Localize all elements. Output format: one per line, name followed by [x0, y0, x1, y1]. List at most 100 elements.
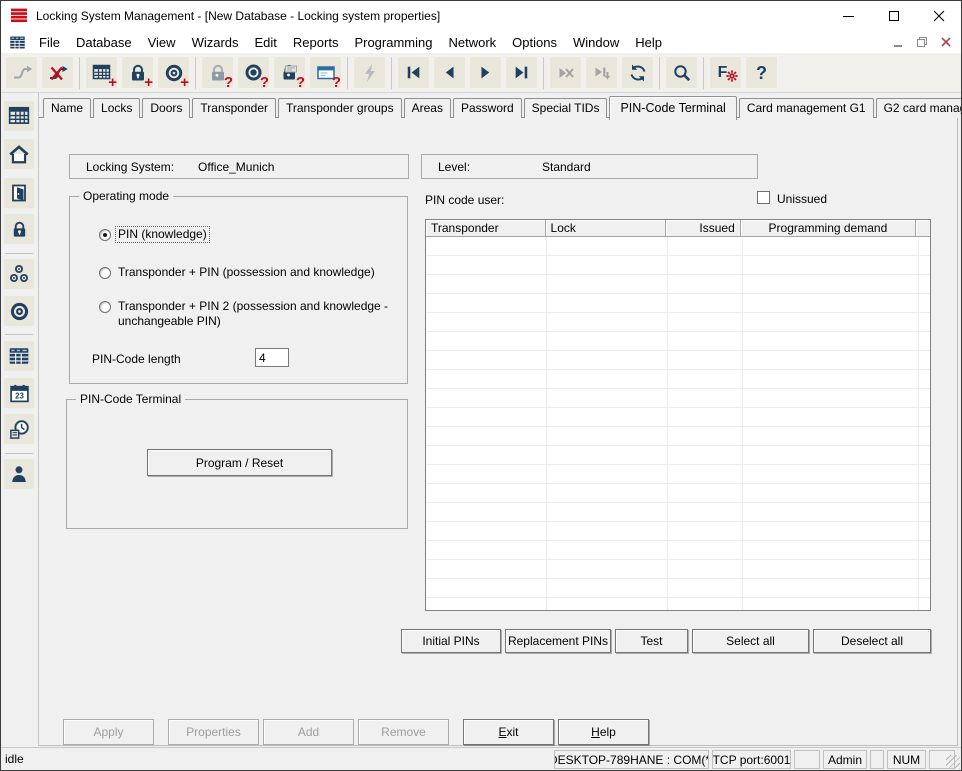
select-all-button[interactable]: Select all	[692, 629, 809, 653]
column-divider	[742, 237, 743, 610]
initial-pins-button[interactable]: Initial PINs	[401, 629, 501, 653]
menu-database[interactable]: Database	[68, 33, 140, 52]
remove-label: Remove	[381, 725, 426, 739]
sidebar-door-button[interactable]	[4, 178, 34, 208]
unissued-checkbox[interactable]	[757, 191, 770, 204]
tab-locks[interactable]: Locks	[93, 98, 140, 118]
minimize-button[interactable]	[826, 1, 871, 31]
column-header-lock[interactable]: Lock	[546, 220, 667, 236]
read-transponder-button[interactable]: ?	[237, 56, 270, 89]
close-icon	[933, 10, 945, 22]
sidebar-matrix-view-button[interactable]	[4, 341, 34, 371]
search-button[interactable]	[665, 56, 698, 89]
read-network-device-button[interactable]: ?	[309, 56, 342, 89]
menu-network[interactable]: Network	[440, 33, 504, 52]
unissued-label[interactable]: Unissued	[777, 192, 827, 206]
program-button[interactable]	[353, 56, 386, 89]
minimize-icon	[843, 16, 854, 17]
transponder-icon	[9, 301, 30, 322]
tab-password[interactable]: Password	[453, 98, 522, 118]
disconnect-button[interactable]	[41, 56, 74, 89]
skip-record-button[interactable]	[549, 56, 582, 89]
toolbar-separator	[347, 57, 348, 89]
menu-file[interactable]: File	[31, 33, 68, 52]
sidebar-building-button[interactable]	[4, 139, 34, 169]
menu-window[interactable]: Window	[565, 33, 627, 52]
radio-transponder-pin[interactable]	[99, 267, 111, 279]
last-record-icon	[513, 64, 530, 81]
help-footer-button[interactable]: Help	[558, 719, 649, 745]
radio-transponder-pin2[interactable]	[99, 301, 111, 313]
deselect-all-button[interactable]: Deselect all	[813, 629, 931, 653]
menu-wizards[interactable]: Wizards	[184, 33, 247, 52]
test-button[interactable]: Test	[615, 629, 688, 653]
sidebar-transponder-button[interactable]	[4, 296, 34, 326]
add-button[interactable]: Add	[263, 719, 354, 745]
tab-name[interactable]: Name	[43, 98, 91, 118]
new-lock-button[interactable]: +	[121, 56, 154, 89]
menu-edit[interactable]: Edit	[247, 33, 285, 52]
read-lock-g1-button[interactable]: ?	[273, 56, 306, 89]
menu-options[interactable]: Options	[504, 33, 565, 52]
column-header-programming-demand[interactable]: Programming demand	[741, 220, 916, 236]
last-record-button[interactable]	[505, 56, 538, 89]
sidebar-lock-button[interactable]	[4, 214, 34, 244]
next-record-button[interactable]	[469, 56, 502, 89]
accept-record-button[interactable]	[585, 56, 618, 89]
mdi-minimize-button[interactable]	[889, 33, 907, 50]
column-header-spacer	[916, 220, 930, 236]
radio-transponder-pin2-label[interactable]: Transponder + PIN 2 (possession and know…	[118, 299, 396, 329]
sidebar-calendar-button[interactable]: 23	[4, 378, 34, 408]
pin-code-terminal-title: PIN-Code Terminal	[76, 392, 185, 406]
mdi-close-button[interactable]	[937, 33, 955, 50]
tab-card-management-g1[interactable]: Card management G1	[739, 98, 874, 118]
menu-help[interactable]: Help	[627, 33, 670, 52]
sidebar-time-budget-button[interactable]	[4, 414, 34, 444]
column-header-issued[interactable]: Issued	[666, 220, 741, 236]
tab-special-tids[interactable]: Special TIDs	[524, 98, 608, 118]
menu-view[interactable]: View	[140, 33, 184, 52]
maximize-button[interactable]	[871, 1, 916, 31]
exit-button[interactable]: Exit	[463, 719, 554, 745]
initial-pins-label: Initial PINs	[422, 634, 479, 648]
pin-code-user-table: Transponder Lock Issued Programming dema…	[425, 219, 931, 611]
properties-button[interactable]: Properties	[168, 719, 259, 745]
radio-pin-knowledge-label[interactable]: PIN (knowledge)	[116, 227, 209, 242]
menu-programming[interactable]: Programming	[346, 33, 440, 52]
replacement-pins-button[interactable]: Replacement PINs	[505, 629, 611, 653]
transponder-group-icon	[8, 263, 30, 285]
tab-doors[interactable]: Doors	[142, 98, 190, 118]
tab-transponder[interactable]: Transponder	[192, 98, 276, 118]
sidebar-matrix-button[interactable]	[4, 101, 34, 131]
status-bar: idle DESKTOP-789HANE : COM(*) TCP port:6…	[1, 747, 961, 770]
connect-button[interactable]	[5, 56, 38, 89]
new-locking-system-button[interactable]: +	[85, 56, 118, 89]
first-record-button[interactable]	[397, 56, 430, 89]
add-badge-icon: +	[108, 75, 117, 90]
tab-areas[interactable]: Areas	[404, 98, 451, 118]
mdi-restore-button[interactable]	[913, 33, 931, 50]
radio-pin-knowledge[interactable]	[99, 229, 111, 241]
tab-pin-code-terminal[interactable]: PIN-Code Terminal	[609, 96, 736, 120]
refresh-button[interactable]	[621, 56, 654, 89]
sidebar-transponder-group-button[interactable]	[4, 259, 34, 289]
filter-settings-button[interactable]: F	[709, 56, 742, 89]
resize-grip-icon[interactable]	[946, 755, 960, 769]
calendar-icon: 23	[9, 383, 30, 404]
apply-button[interactable]: Apply	[63, 719, 154, 745]
tab-g2-card-management[interactable]: G2 card management	[876, 98, 962, 118]
radio-transponder-pin-label[interactable]: Transponder + PIN (possession and knowle…	[118, 265, 375, 280]
pin-code-length-input[interactable]	[255, 348, 289, 367]
close-button[interactable]	[916, 1, 961, 31]
column-header-transponder[interactable]: Transponder	[426, 220, 546, 236]
read-lock-button[interactable]: ?	[201, 56, 234, 89]
menu-reports[interactable]: Reports	[285, 33, 347, 52]
help-button[interactable]: ?	[745, 56, 778, 89]
program-reset-button[interactable]: Program / Reset	[147, 449, 332, 476]
new-transponder-button[interactable]: +	[157, 56, 190, 89]
previous-record-button[interactable]	[433, 56, 466, 89]
menu-items: File Database View Wizards Edit Reports …	[31, 33, 670, 52]
tab-transponder-groups[interactable]: Transponder groups	[278, 98, 402, 118]
remove-button[interactable]: Remove	[358, 719, 449, 745]
sidebar-person-button[interactable]	[4, 459, 34, 489]
